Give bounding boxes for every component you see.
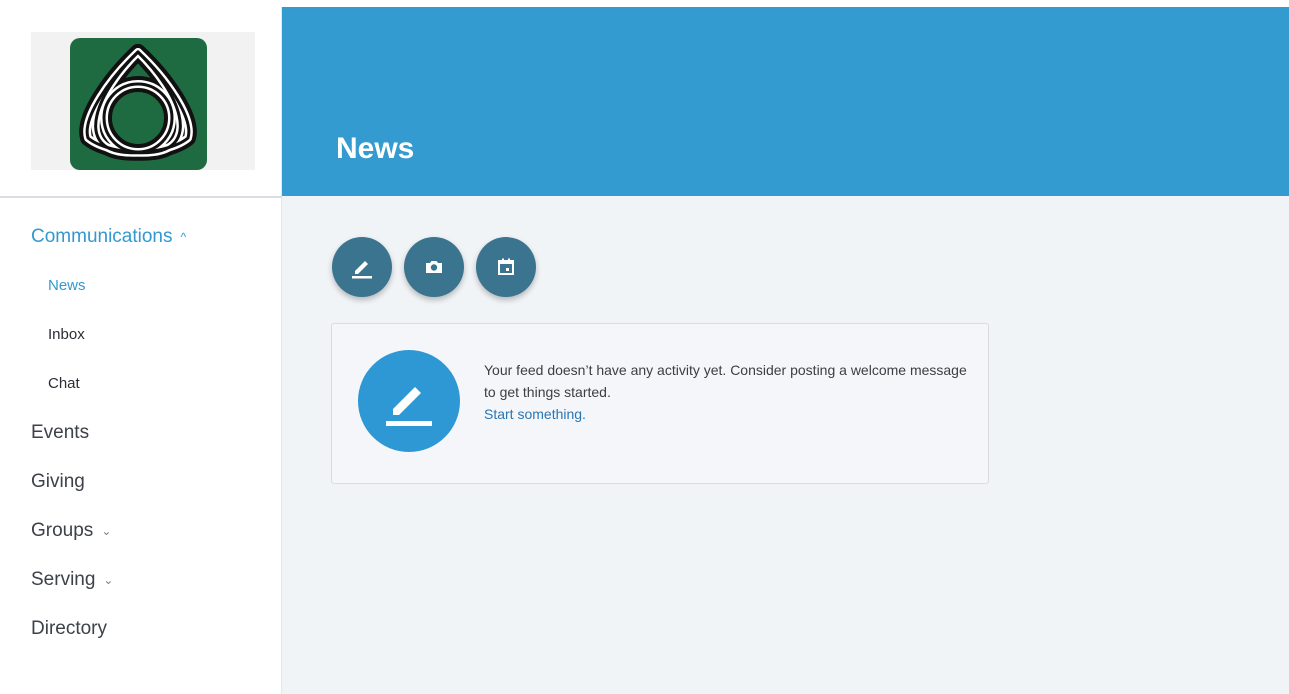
sidebar-item-label: News [48,277,86,294]
start-something-link[interactable]: Start something. [484,403,974,425]
main-content: Your feed doesn’t have any activity yet.… [282,196,1289,694]
sidebar-item-label: Directory [31,617,108,639]
sidebar-item-chat[interactable]: Chat [0,359,280,408]
write-post-button[interactable] [332,237,392,297]
sidebar-item-news[interactable]: News [0,261,280,310]
sidebar-item-inbox[interactable]: Inbox [0,310,280,359]
logo-tile [70,38,207,170]
sidebar-item-label: Giving [31,470,85,492]
sidebar-item-label: Events [31,421,90,443]
sidebar-item-label: Chat [48,375,80,392]
sidebar-item-label: Communications [31,225,173,247]
chevron-down-icon: ⌄ [101,523,112,538]
camera-icon [426,261,442,273]
sidebar-item-label: Inbox [48,326,85,343]
sidebar-nav: Communications ^ News Inbox Chat Events … [0,212,280,653]
sidebar: Communications ^ News Inbox Chat Events … [0,7,282,694]
sidebar-item-serving[interactable]: Serving ⌄ [0,555,280,604]
photo-post-button[interactable] [404,237,464,297]
edit-icon [386,387,432,426]
compose-illustration [358,350,460,452]
edit-icon [352,261,372,279]
empty-feed-card: Your feed doesn’t have any activity yet.… [331,323,989,484]
chevron-down-icon: ⌄ [103,572,114,587]
logo-divider [0,196,282,198]
sidebar-item-label: Groups [31,519,94,541]
church-logo [31,32,255,170]
triquetra-icon [79,44,197,161]
chevron-up-icon: ^ [180,229,187,244]
post-actions [332,237,536,297]
empty-feed-message-block: Your feed doesn’t have any activity yet.… [484,359,974,425]
calendar-icon [498,258,514,275]
empty-feed-message: Your feed doesn’t have any activity yet.… [484,362,967,400]
top-strip [0,0,282,7]
sidebar-item-events[interactable]: Events [0,408,280,457]
sidebar-item-groups[interactable]: Groups ⌄ [0,506,280,555]
sidebar-item-communications[interactable]: Communications ^ [0,212,280,261]
sidebar-item-label: Serving [31,568,96,590]
sidebar-item-giving[interactable]: Giving [0,457,280,506]
sidebar-item-directory[interactable]: Directory [0,604,280,653]
event-post-button[interactable] [476,237,536,297]
page-header: News [282,7,1289,196]
page-title: News [336,132,415,165]
